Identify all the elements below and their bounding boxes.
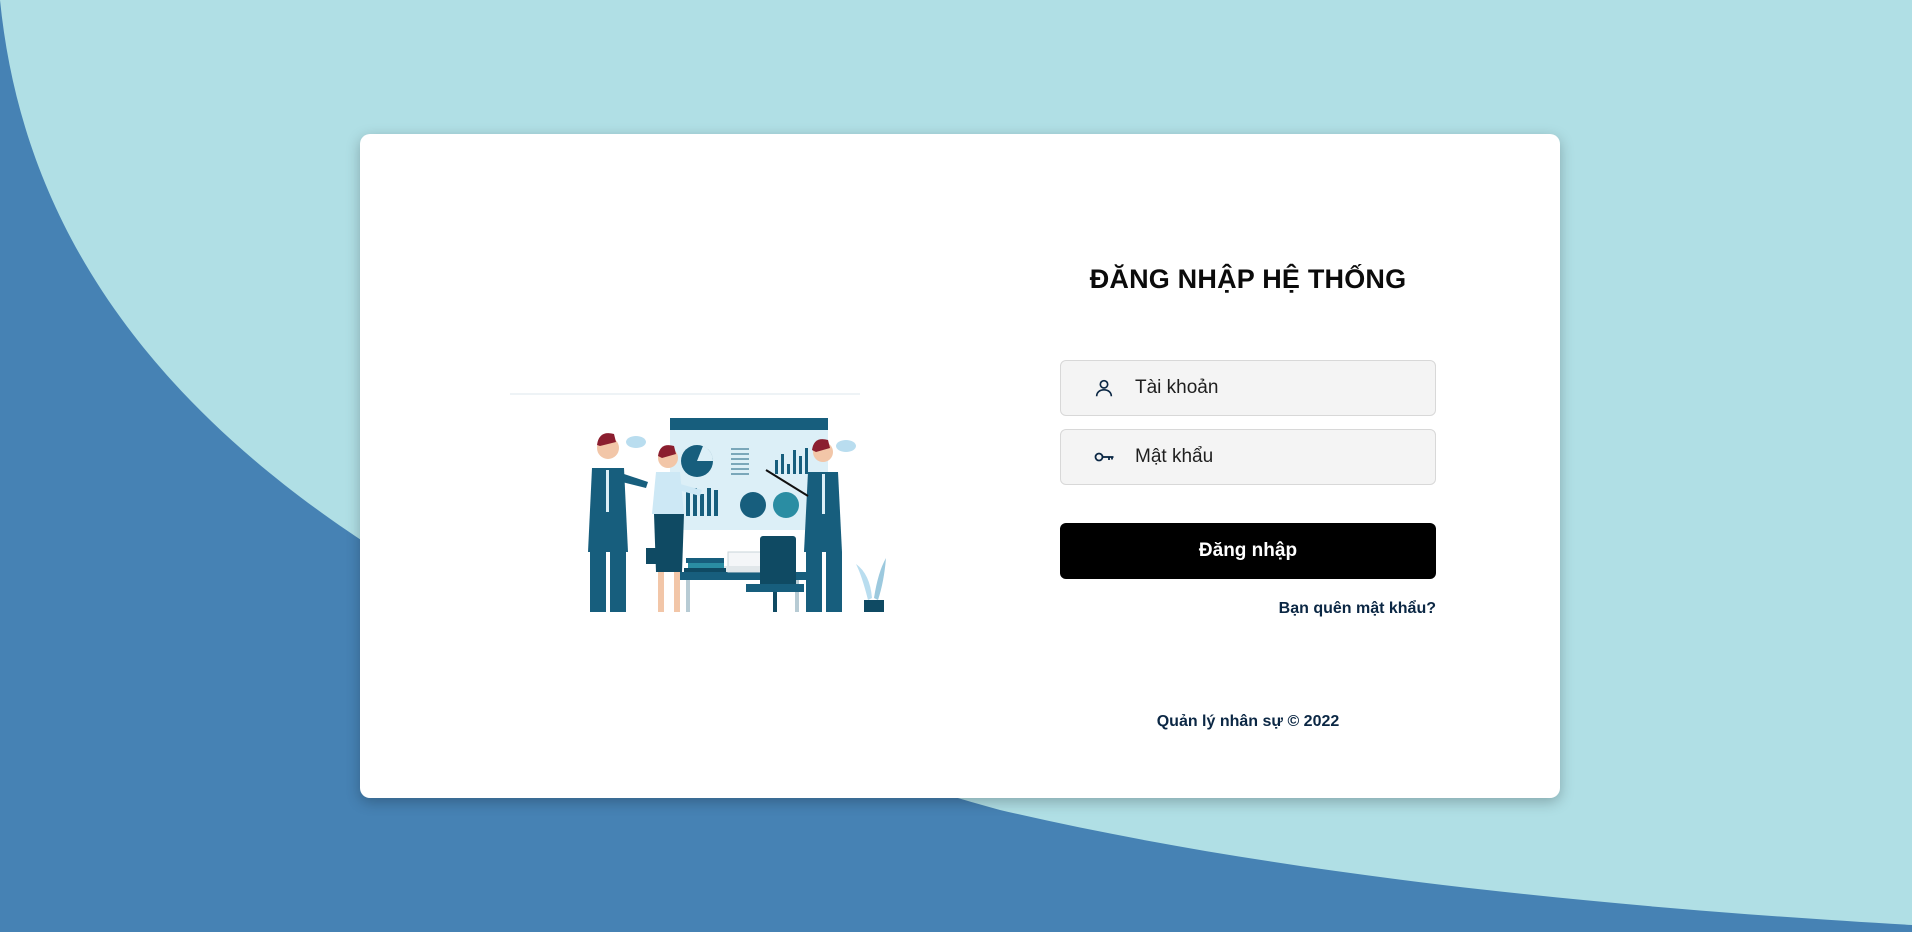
password-input[interactable] xyxy=(1133,436,1427,478)
key-icon xyxy=(1087,440,1121,474)
username-input[interactable] xyxy=(1133,367,1427,409)
forgot-password-link[interactable]: Bạn quên mật khẩu? xyxy=(1279,600,1436,618)
login-form: ĐĂNG NHẬP HỆ THỐNG Tài khoản Đăng nhập B… xyxy=(1060,134,1436,798)
footer-copyright: Quản lý nhân sự © 2022 xyxy=(1156,713,1340,730)
business-meeting-illustration xyxy=(510,393,886,612)
login-page: ĐĂNG NHẬP HỆ THỐNG Tài khoản Đăng nhập B… xyxy=(0,0,1912,932)
user-icon xyxy=(1087,371,1121,405)
login-button[interactable]: Đăng nhập xyxy=(1060,523,1436,579)
password-field[interactable] xyxy=(1060,429,1436,485)
login-card: ĐĂNG NHẬP HỆ THỐNG Tài khoản Đăng nhập B… xyxy=(360,134,1560,798)
username-field[interactable] xyxy=(1060,360,1436,416)
login-title: ĐĂNG NHẬP HỆ THỐNG xyxy=(1089,264,1407,294)
